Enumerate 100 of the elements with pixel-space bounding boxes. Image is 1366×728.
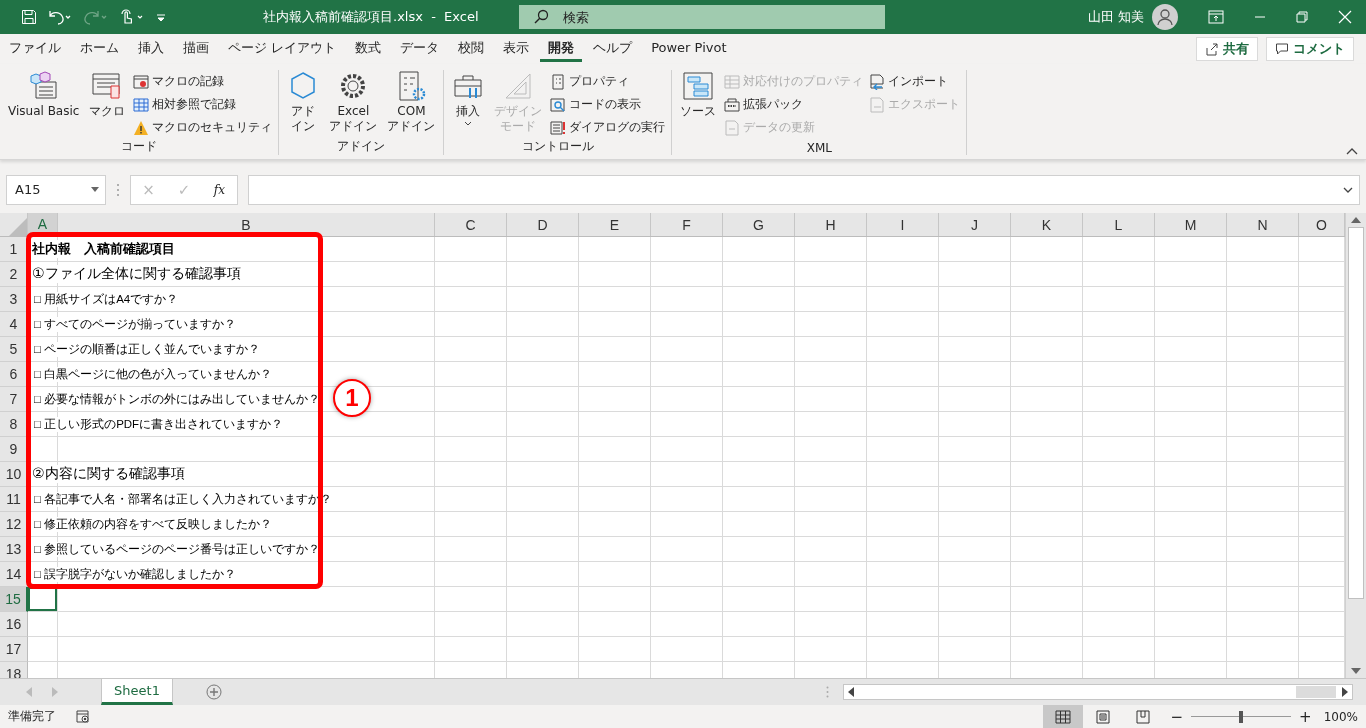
- normal-view-button[interactable]: [1042, 705, 1083, 728]
- menu-tab[interactable]: 挿入: [130, 36, 172, 62]
- ribbon-button[interactable]: プロパティ: [550, 72, 666, 91]
- column-header[interactable]: J: [939, 213, 1011, 236]
- row-header[interactable]: 7: [0, 387, 28, 412]
- table-cell: [435, 412, 507, 437]
- window-title: 社内報入稿前確認項目.xlsx - Excel: [263, 8, 480, 26]
- menu-tab[interactable]: 数式: [347, 36, 390, 62]
- row-header[interactable]: 8: [0, 412, 28, 437]
- scrollbar-thumb[interactable]: [1348, 227, 1364, 599]
- table-cell: [579, 337, 651, 362]
- save-icon[interactable]: [21, 9, 37, 25]
- column-header[interactable]: L: [1083, 213, 1155, 236]
- ribbon-display-icon[interactable]: [1208, 10, 1224, 24]
- row-header[interactable]: 13: [0, 537, 28, 562]
- row-header[interactable]: 11: [0, 487, 28, 512]
- touch-icon[interactable]: [119, 9, 145, 25]
- table-cell: [1227, 462, 1299, 487]
- column-header[interactable]: K: [1011, 213, 1083, 236]
- row-header[interactable]: 5: [0, 337, 28, 362]
- column-header[interactable]: B: [58, 213, 435, 236]
- zoom-out-button[interactable]: −: [1170, 707, 1184, 726]
- ribbon-button[interactable]: マクロの記録: [133, 72, 273, 91]
- row-header[interactable]: 6: [0, 362, 28, 387]
- customize-icon[interactable]: [155, 11, 167, 23]
- row-header[interactable]: 2: [0, 262, 28, 287]
- menu-tab[interactable]: ページ レイアウト: [220, 36, 345, 62]
- ribbon-button[interactable]: Excel アドイン: [327, 70, 380, 138]
- ribbon-button[interactable]: 挿入: [450, 70, 487, 138]
- vertical-scrollbar[interactable]: [1345, 213, 1366, 678]
- avatar-icon[interactable]: [1152, 4, 1178, 30]
- column-header[interactable]: I: [867, 213, 939, 236]
- menu-tab[interactable]: 描画: [175, 36, 217, 62]
- row-header[interactable]: 1: [0, 237, 28, 262]
- ribbon-button[interactable]: インポート: [869, 72, 961, 91]
- column-header[interactable]: E: [579, 213, 651, 236]
- ribbon-button[interactable]: COM アドイン: [385, 70, 438, 138]
- ribbon-button[interactable]: アド イン: [285, 70, 322, 138]
- selected-cell[interactable]: [28, 587, 58, 612]
- scroll-left-icon[interactable]: [848, 687, 854, 697]
- column-header[interactable]: D: [507, 213, 579, 236]
- close-icon[interactable]: [1338, 10, 1352, 24]
- row-header[interactable]: 9: [0, 437, 28, 462]
- drag-handle-icon[interactable]: [116, 182, 120, 197]
- column-header[interactable]: N: [1227, 213, 1299, 236]
- menu-tab[interactable]: ファイル: [1, 36, 69, 62]
- row-header[interactable]: 4: [0, 312, 28, 337]
- expand-icon[interactable]: [1343, 186, 1353, 193]
- row-header[interactable]: 12: [0, 512, 28, 537]
- ribbon-button[interactable]: ダイアログの実行: [550, 118, 666, 137]
- comment-button[interactable]: コメント: [1266, 37, 1354, 61]
- menu-tab[interactable]: Power Pivot: [643, 36, 735, 62]
- column-header[interactable]: G: [723, 213, 795, 236]
- column-header[interactable]: F: [651, 213, 723, 236]
- share-button[interactable]: 共有: [1196, 37, 1258, 61]
- name-box[interactable]: A15: [6, 174, 106, 205]
- ribbon-button[interactable]: 相対参照で記録: [133, 95, 273, 114]
- row-header[interactable]: 14: [0, 562, 28, 587]
- cell-text: 社内報 入稿前確認項目: [28, 240, 175, 258]
- column-header[interactable]: M: [1155, 213, 1227, 236]
- ribbon-button[interactable]: 拡張パック: [724, 95, 864, 114]
- row-header[interactable]: 17: [0, 637, 28, 662]
- row-header[interactable]: 15: [0, 587, 28, 612]
- document-icon: [724, 119, 741, 136]
- ribbon-button[interactable]: マクロのセキュリティ: [133, 118, 273, 137]
- menu-tab[interactable]: データ: [392, 36, 448, 62]
- row-header[interactable]: 3: [0, 287, 28, 312]
- horizontal-scrollbar[interactable]: [843, 684, 1353, 700]
- menu-tab[interactable]: 開発: [540, 36, 583, 62]
- restore-icon[interactable]: [1296, 11, 1308, 23]
- macro-record-icon[interactable]: [76, 709, 90, 724]
- column-header[interactable]: C: [435, 213, 507, 236]
- ribbon-button[interactable]: Visual Basic: [6, 70, 82, 138]
- table-cell: [723, 387, 795, 412]
- search-field[interactable]: 検索: [519, 5, 885, 29]
- menu-tab[interactable]: 校閲: [450, 36, 493, 62]
- undo-icon[interactable]: [47, 9, 73, 25]
- collapse-icon[interactable]: [1346, 147, 1358, 155]
- table-cell: [1155, 312, 1227, 337]
- ribbon-button[interactable]: マクロ: [87, 70, 128, 138]
- menu-tab[interactable]: ホーム: [72, 36, 127, 62]
- zoom-in-button[interactable]: +: [1299, 707, 1312, 726]
- ribbon-button[interactable]: コードの表示: [550, 95, 666, 114]
- add-sheet-icon[interactable]: [206, 684, 222, 700]
- table-cell: [1083, 362, 1155, 387]
- zoom-thumb[interactable]: [1239, 710, 1244, 723]
- scroll-up-icon[interactable]: [1351, 217, 1361, 223]
- sheet-tab[interactable]: Sheet1: [101, 679, 173, 705]
- insert-function-button[interactable]: fx: [205, 182, 234, 197]
- scroll-right-icon[interactable]: [1342, 687, 1348, 697]
- table-cell: [507, 462, 579, 487]
- menu-tab[interactable]: ヘルプ: [585, 36, 641, 62]
- table-cell: [1083, 537, 1155, 562]
- ribbon-button[interactable]: ソース: [678, 70, 719, 141]
- column-header[interactable]: H: [795, 213, 867, 236]
- row-header[interactable]: 16: [0, 612, 28, 637]
- scroll-down-icon[interactable]: [1351, 668, 1361, 674]
- menu-tab[interactable]: 表示: [495, 36, 538, 62]
- row-header[interactable]: 10: [0, 462, 28, 487]
- formula-input[interactable]: [248, 174, 1360, 205]
